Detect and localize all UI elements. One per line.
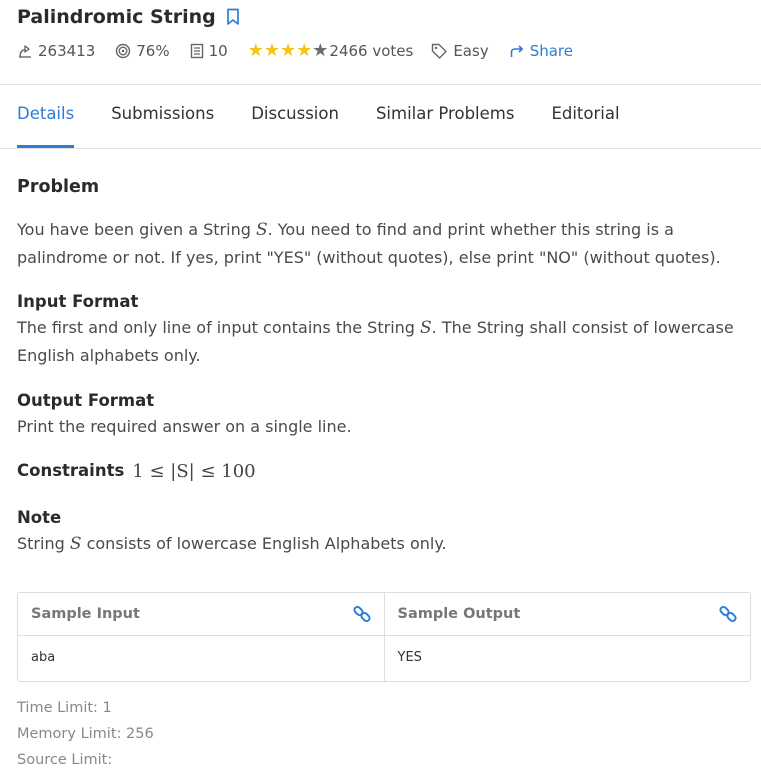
- share-button[interactable]: Share: [509, 42, 573, 60]
- note-text-part: String: [17, 534, 70, 553]
- star-icon[interactable]: ★: [312, 42, 328, 60]
- note-heading: Note: [17, 508, 62, 527]
- success-rate: 76%: [115, 42, 170, 60]
- star-icon[interactable]: ★: [264, 42, 280, 60]
- limits: Time Limit: 1 Memory Limit: 256 Source L…: [17, 695, 154, 773]
- target-icon: [116, 43, 131, 59]
- time-limit: Time Limit: 1: [17, 700, 112, 716]
- math-var-s: S: [255, 220, 268, 240]
- solved-count-value: 263413: [38, 42, 96, 60]
- tab-editorial[interactable]: Editorial: [551, 85, 619, 148]
- bookmark-icon[interactable]: [226, 8, 240, 26]
- note-text-part: consists of lowercase English Alphabets …: [81, 534, 447, 553]
- problem-body: Problem You have been given a String S. …: [17, 174, 751, 558]
- tab-details[interactable]: Details: [17, 85, 75, 148]
- input-format-heading: Input Format: [17, 292, 139, 311]
- sample-output-header: Sample Output: [384, 593, 750, 636]
- solved-count: 263413: [17, 42, 95, 60]
- share-label: Share: [529, 42, 573, 60]
- star-icon[interactable]: ★: [296, 42, 312, 60]
- tab-similar-problems[interactable]: Similar Problems: [376, 85, 515, 148]
- rating[interactable]: ★ ★ ★ ★ ★ 2466 votes: [248, 42, 414, 61]
- tab-bar: Details Submissions Discussion Similar P…: [17, 85, 657, 148]
- difficulty: Easy: [431, 42, 489, 60]
- constraints-heading: Constraints: [17, 461, 125, 480]
- constraint-expression: 1 ≤ |S| ≤ 100: [132, 460, 256, 482]
- max-score-value: 10: [208, 42, 228, 60]
- link-icon[interactable]: [718, 604, 738, 624]
- title-row: Palindromic String: [17, 4, 240, 30]
- sample-input-column: Sample Input aba: [18, 593, 384, 681]
- tab-submissions[interactable]: Submissions: [111, 85, 214, 148]
- success-rate-value: 76%: [136, 42, 170, 60]
- problem-heading: Problem: [17, 177, 100, 197]
- sample-input-header: Sample Input: [18, 593, 384, 636]
- note-text: String S consists of lowercase English A…: [17, 530, 751, 558]
- sample-output-column: Sample Output YES: [383, 593, 750, 681]
- problem-meta: 263413 76% 10 ★ ★ ★ ★ ★ 2466 votes Easy …: [17, 39, 593, 63]
- users-solved-icon: [19, 45, 31, 58]
- output-format-text: Print the required answer on a single li…: [17, 417, 352, 436]
- star-icon[interactable]: ★: [248, 42, 264, 60]
- sample-input-label: Sample Input: [31, 606, 140, 622]
- source-limit: Source Limit:: [17, 752, 113, 768]
- sample-io-table: Sample Input aba Sample Output YES: [17, 592, 751, 682]
- problem-title: Palindromic String: [17, 6, 216, 28]
- memory-limit: Memory Limit: 256: [17, 726, 154, 742]
- document-icon: [190, 43, 203, 59]
- sample-input-value: aba: [31, 650, 56, 665]
- math-var-s: S: [69, 534, 82, 554]
- sample-output-value: YES: [397, 650, 422, 665]
- tab-discussion[interactable]: Discussion: [251, 85, 339, 148]
- votes-count: 2466 votes: [329, 42, 414, 60]
- statement-text: You have been given a String: [17, 220, 256, 239]
- constraints: Constraints 1 ≤ |S| ≤ 100: [17, 457, 751, 485]
- math-var-s: S: [420, 318, 432, 338]
- star-icon[interactable]: ★: [280, 42, 296, 60]
- output-format-heading: Output Format: [17, 391, 155, 410]
- share-icon: [510, 45, 523, 57]
- max-score: 10: [190, 42, 228, 60]
- link-icon[interactable]: [352, 604, 372, 624]
- tag-icon: [432, 43, 448, 59]
- input-text: The first and only line of input contain…: [17, 318, 421, 337]
- input-format-text: The first and only line of input contain…: [17, 314, 751, 370]
- divider: [0, 148, 761, 149]
- sample-output-label: Sample Output: [397, 606, 521, 622]
- difficulty-value: Easy: [453, 42, 489, 60]
- problem-statement: You have been given a String S. You need…: [17, 216, 751, 272]
